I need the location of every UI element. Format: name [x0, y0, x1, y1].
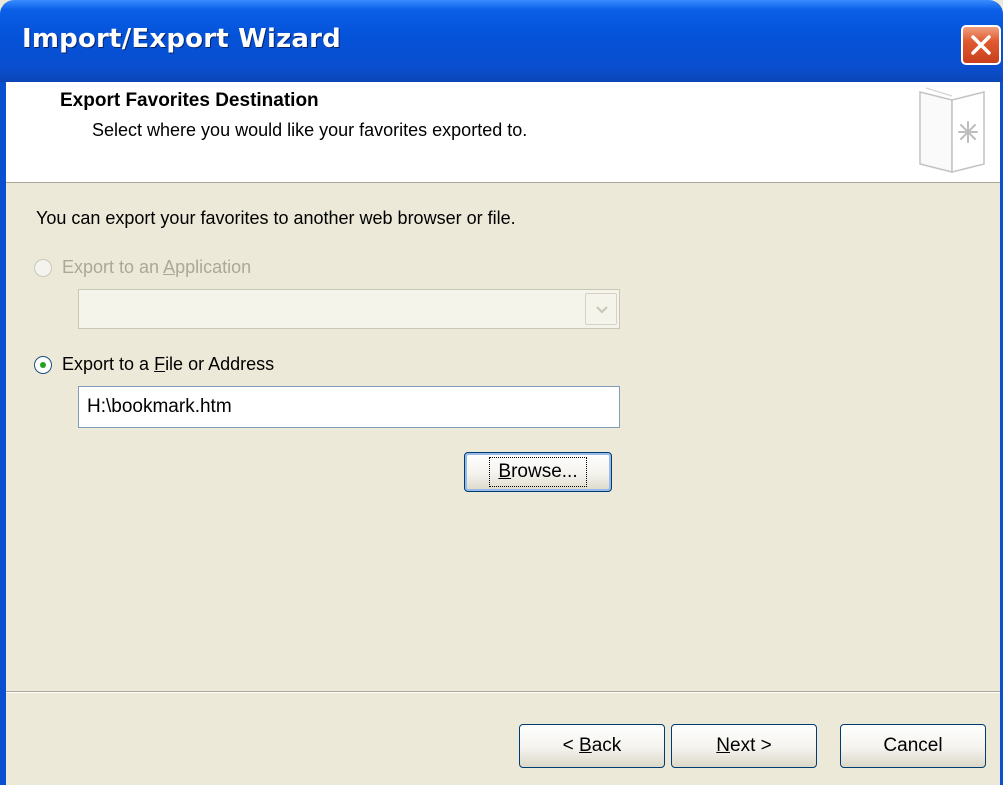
label-part: ack	[591, 735, 622, 756]
label-part: Export to an	[62, 257, 164, 277]
dropdown-button[interactable]	[585, 293, 617, 325]
document-star-icon	[919, 87, 985, 173]
title-bar[interactable]: Import/Export Wizard	[0, 0, 1003, 82]
export-to-file-option[interactable]: Export to a File or Address	[34, 354, 274, 375]
next-button-label: Next >	[716, 735, 771, 757]
wizard-header: Export Favorites Destination Select wher…	[6, 82, 1000, 183]
close-icon	[971, 35, 991, 55]
window-frame-left	[0, 82, 6, 785]
label-part: rowse...	[511, 461, 578, 482]
label-part: pplication	[175, 257, 252, 277]
cancel-button-label: Cancel	[883, 735, 943, 756]
back-button-label: < Back	[563, 735, 622, 757]
file-path-input[interactable]	[78, 386, 620, 428]
label-part: Export to a	[62, 354, 155, 374]
export-to-file-radio[interactable]	[34, 355, 52, 374]
page-title: Export Favorites Destination	[60, 90, 319, 111]
label-mnemonic: N	[716, 735, 730, 756]
close-button[interactable]	[961, 25, 1001, 65]
page-subtitle: Select where you would like your favorit…	[92, 120, 528, 140]
chevron-down-icon	[596, 306, 608, 314]
export-to-application-radio[interactable]	[34, 258, 52, 277]
export-to-application-label: Export to an Application	[62, 257, 251, 278]
label-mnemonic: F	[154, 354, 166, 374]
import-export-wizard-window: Import/Export Wizard Export Favorites De…	[0, 0, 1003, 785]
label-mnemonic: A	[163, 257, 176, 277]
export-to-application-option[interactable]: Export to an Application	[34, 257, 251, 278]
next-button[interactable]: Next >	[671, 724, 817, 768]
radio-selected-dot	[40, 361, 46, 368]
window-title: Import/Export Wizard	[22, 24, 341, 54]
cancel-button[interactable]: Cancel	[840, 724, 986, 768]
footer-separator	[6, 691, 1000, 693]
label-mnemonic: B	[498, 461, 512, 482]
browse-button-label: Browse...	[489, 457, 587, 487]
back-button[interactable]: < Back	[519, 724, 665, 768]
label-part: ile or Address	[165, 354, 275, 374]
export-to-file-label: Export to a File or Address	[62, 354, 274, 375]
label-mnemonic: B	[579, 735, 592, 756]
label-part: ext >	[730, 735, 772, 756]
intro-text: You can export your favorites to another…	[36, 208, 516, 228]
label-part: <	[562, 735, 580, 756]
application-select[interactable]	[78, 289, 620, 329]
browse-button[interactable]: Browse...	[464, 452, 612, 492]
